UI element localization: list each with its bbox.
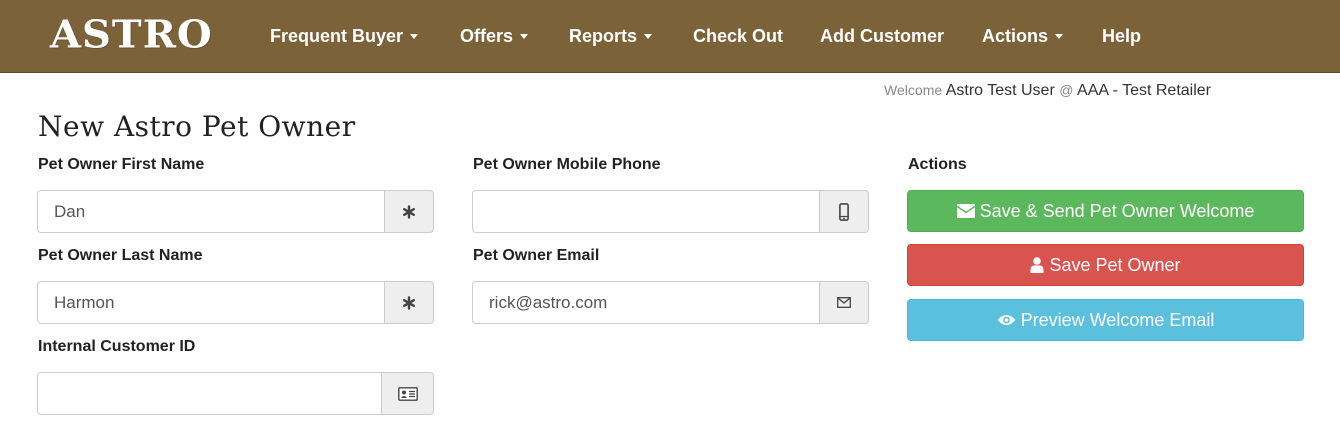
nav-offers[interactable]: Offers	[460, 0, 529, 73]
mobile-icon	[819, 190, 869, 233]
caret-down-icon	[1055, 34, 1064, 39]
customer-id-input[interactable]	[37, 372, 381, 415]
welcome-retailer: AAA - Test Retailer	[1077, 82, 1211, 99]
caret-down-icon	[644, 34, 653, 39]
nav-actions-label: Actions	[982, 26, 1049, 46]
top-navbar: ASTRO Frequent Buyer Offers Reports Chec…	[0, 0, 1340, 73]
save-send-welcome-button[interactable]: Save & Send Pet Owner Welcome	[907, 190, 1304, 232]
nav-offers-label: Offers	[460, 26, 514, 46]
nav-add-customer-label: Add Customer	[820, 26, 945, 46]
nav-check-out-label: Check Out	[693, 26, 784, 46]
email-input[interactable]	[472, 281, 819, 324]
welcome-message: Welcome Astro Test User @ AAA - Test Ret…	[884, 82, 1211, 100]
save-send-welcome-label: Save & Send Pet Owner Welcome	[979, 200, 1255, 221]
eye-icon	[997, 314, 1016, 326]
asterisk-icon	[384, 190, 434, 233]
envelope-icon	[819, 281, 869, 324]
page-title: New Astro Pet Owner	[38, 110, 356, 143]
last-name-input[interactable]	[37, 281, 384, 324]
mobile-phone-input[interactable]	[472, 190, 819, 233]
welcome-prefix: Welcome	[884, 82, 943, 98]
first-name-input[interactable]	[37, 190, 384, 233]
nav-reports[interactable]: Reports	[569, 0, 653, 73]
asterisk-icon	[384, 281, 434, 324]
nav-reports-label: Reports	[569, 26, 638, 46]
nav-help[interactable]: Help	[1102, 0, 1141, 73]
mobile-phone-group	[472, 190, 869, 233]
nav-help-label: Help	[1102, 26, 1142, 46]
customer-id-group	[37, 372, 434, 415]
id-card-icon	[381, 372, 434, 415]
actions-heading: Actions	[908, 156, 967, 173]
mobile-phone-label: Pet Owner Mobile Phone	[473, 156, 661, 173]
first-name-label: Pet Owner First Name	[38, 156, 205, 173]
last-name-group	[37, 281, 434, 324]
preview-welcome-email-label: Preview Welcome Email	[1020, 309, 1215, 330]
envelope-icon	[956, 204, 975, 218]
nav-frequent-buyer[interactable]: Frequent Buyer	[270, 0, 419, 73]
save-pet-owner-label: Save Pet Owner	[1049, 254, 1181, 275]
astro-logo[interactable]: ASTRO	[50, 13, 213, 57]
welcome-at: @	[1059, 82, 1074, 98]
nav-frequent-buyer-label: Frequent Buyer	[270, 26, 404, 46]
save-pet-owner-button[interactable]: Save Pet Owner	[907, 244, 1304, 286]
preview-welcome-email-button[interactable]: Preview Welcome Email	[907, 299, 1304, 341]
welcome-user: Astro Test User	[945, 82, 1055, 99]
user-icon	[1030, 257, 1044, 273]
email-label: Pet Owner Email	[473, 247, 600, 264]
nav-check-out[interactable]: Check Out	[693, 0, 783, 73]
first-name-group	[37, 190, 434, 233]
customer-id-label: Internal Customer ID	[38, 338, 196, 355]
last-name-label: Pet Owner Last Name	[38, 247, 203, 264]
caret-down-icon	[410, 34, 419, 39]
nav-actions[interactable]: Actions	[982, 0, 1064, 73]
caret-down-icon	[520, 34, 529, 39]
nav-add-customer[interactable]: Add Customer	[820, 0, 944, 73]
email-group	[472, 281, 869, 324]
